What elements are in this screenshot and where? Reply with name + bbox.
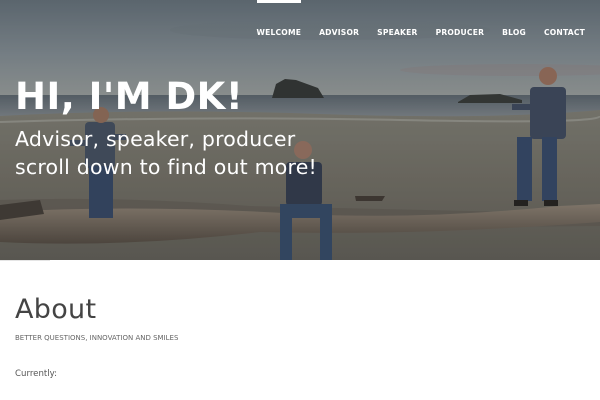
about-heading: About	[15, 294, 97, 325]
hero-tagline: Advisor, speaker, producer	[15, 127, 296, 151]
hero-title: HI, I'M DK!	[15, 75, 244, 118]
nav-contact[interactable]: CONTACT	[544, 28, 585, 37]
nav-producer[interactable]: PRODUCER	[436, 28, 485, 37]
hero-scroll-hint: scroll down to find out more!	[15, 155, 317, 179]
nav-blog[interactable]: BLOG	[502, 28, 526, 37]
nav-advisor[interactable]: ADVISOR	[319, 28, 359, 37]
hero-section: WELCOME ADVISOR SPEAKER PRODUCER BLOG CO…	[0, 0, 600, 260]
about-subheading: BETTER QUESTIONS, INNOVATION AND SMILES	[15, 334, 179, 342]
main-nav: WELCOME ADVISOR SPEAKER PRODUCER BLOG CO…	[239, 0, 600, 64]
nav-speaker[interactable]: SPEAKER	[377, 28, 417, 37]
section-divider	[0, 260, 50, 261]
currently-label: Currently:	[15, 369, 58, 379]
nav-welcome[interactable]: WELCOME	[256, 0, 302, 37]
